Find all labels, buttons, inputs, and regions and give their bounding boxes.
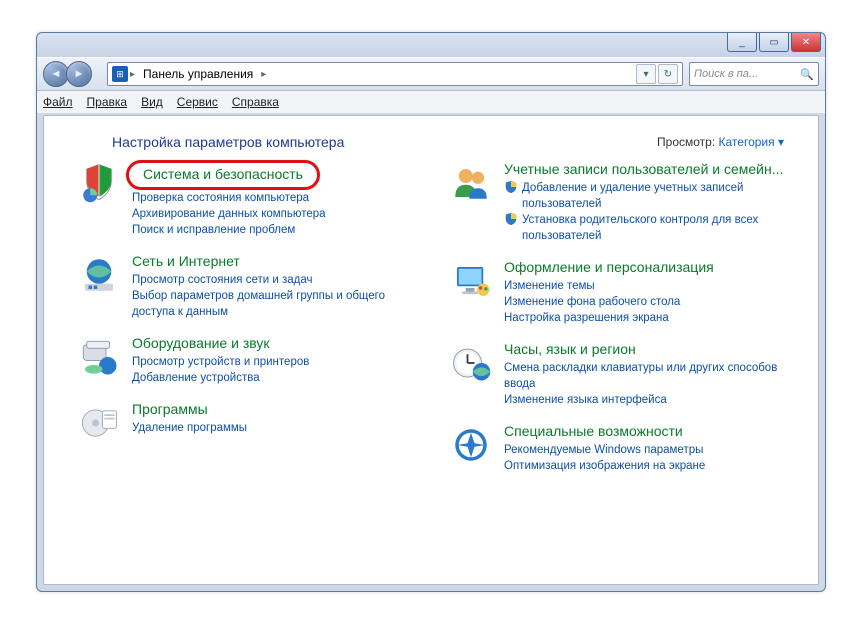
search-placeholder: Поиск в па... [694, 68, 758, 80]
category-hardware: Оборудование и звук Просмотр устройств и… [76, 334, 418, 386]
programs-icon [76, 400, 122, 446]
search-icon: 🔍 [800, 68, 814, 81]
menu-help[interactable]: Справка [232, 95, 279, 109]
category-link-hardware[interactable]: Оборудование и звук [132, 334, 270, 352]
network-icon [76, 252, 122, 298]
sub-link[interactable]: Изменение языка интерфейса [504, 392, 790, 408]
sub-link[interactable]: Смена раскладки клавиатуры или других сп… [504, 360, 790, 392]
nav-toolbar: ◄ ► ⊞ ▸ Панель управления ▸ ▾ ↻ Поиск в … [37, 57, 825, 91]
menu-file[interactable]: Файл [43, 95, 73, 109]
sub-link[interactable]: Рекомендуемые Windows параметры [504, 442, 790, 458]
system-security-icon [76, 160, 122, 206]
category-link-network[interactable]: Сеть и Интернет [132, 252, 240, 270]
sub-link[interactable]: Настройка разрешения экрана [504, 310, 790, 326]
view-label: Просмотр: [657, 135, 715, 149]
forward-button[interactable]: ► [66, 61, 92, 87]
sub-link[interactable]: Выбор параметров домашней группы и общег… [132, 288, 418, 320]
shield-icon [504, 212, 518, 226]
content-area: Настройка параметров компьютера Просмотр… [43, 115, 819, 585]
clock-icon [448, 340, 494, 386]
sub-link[interactable]: Архивирование данных компьютера [132, 206, 418, 222]
ease-of-access-icon [448, 422, 494, 468]
category-link-appearance[interactable]: Оформление и персонализация [504, 258, 714, 276]
page-title: Настройка параметров компьютера [112, 134, 344, 150]
category-link-users[interactable]: Учетные записи пользователей и семейн... [504, 160, 783, 178]
search-input[interactable]: Поиск в па... 🔍 [689, 62, 819, 86]
titlebar: _ ▭ ✕ [37, 33, 825, 57]
sub-link[interactable]: Удаление программы [132, 420, 418, 436]
sub-link[interactable]: Добавление и удаление учетных записей по… [522, 180, 790, 212]
category-link-programs[interactable]: Программы [132, 400, 208, 418]
sub-link[interactable]: Просмотр устройств и принтеров [132, 354, 418, 370]
view-selector: Просмотр: Категория ▾ [657, 135, 784, 149]
nav-buttons: ◄ ► [43, 61, 99, 87]
hardware-icon [76, 334, 122, 380]
refresh-button[interactable]: ↻ [658, 64, 678, 84]
category-network: Сеть и Интернет Просмотр состояния сети … [76, 252, 418, 320]
sub-link[interactable]: Просмотр состояния сети и задач [132, 272, 418, 288]
menu-view[interactable]: Вид [141, 95, 163, 109]
category-link-ease[interactable]: Специальные возможности [504, 422, 683, 440]
address-dropdown[interactable]: ▾ [636, 64, 656, 84]
category-system-security: Система и безопасность Проверка состояни… [76, 160, 418, 238]
category-clock-lang: Часы, язык и регион Смена раскладки клав… [448, 340, 790, 408]
category-column-right: Учетные записи пользователей и семейн...… [448, 160, 790, 488]
category-programs: Программы Удаление программы [76, 400, 418, 446]
sub-link[interactable]: Оптимизация изображения на экране [504, 458, 790, 474]
shield-icon [504, 180, 518, 194]
menu-tools[interactable]: Сервис [177, 95, 218, 109]
category-link-system[interactable]: Система и безопасность [143, 165, 303, 183]
category-appearance: Оформление и персонализация Изменение те… [448, 258, 790, 326]
sub-link[interactable]: Добавление устройства [132, 370, 418, 386]
crumb-sep-icon: ▸ [259, 69, 268, 80]
sub-link[interactable]: Изменение фона рабочего стола [504, 294, 790, 310]
appearance-icon [448, 258, 494, 304]
close-button[interactable]: ✕ [791, 33, 821, 52]
crumb-sep-icon: ▸ [128, 69, 137, 80]
category-column-left: Система и безопасность Проверка состояни… [76, 160, 418, 488]
menu-edit[interactable]: Правка [87, 95, 128, 109]
category-ease: Специальные возможности Рекомендуемые Wi… [448, 422, 790, 474]
address-bar[interactable]: ⊞ ▸ Панель управления ▸ ▾ ↻ [107, 62, 683, 86]
users-icon [448, 160, 494, 206]
highlight-ring: Система и безопасность [126, 160, 320, 190]
breadcrumb-root[interactable]: Панель управления [137, 67, 259, 81]
menubar: Файл Правка Вид Сервис Справка [37, 91, 825, 114]
category-link-clock[interactable]: Часы, язык и регион [504, 340, 636, 358]
minimize-button[interactable]: _ [727, 33, 757, 52]
view-dropdown[interactable]: Категория ▾ [719, 135, 784, 149]
maximize-button[interactable]: ▭ [759, 33, 789, 52]
sub-link[interactable]: Установка родительского контроля для все… [522, 212, 790, 244]
window-frame: _ ▭ ✕ ◄ ► ⊞ ▸ Панель управления ▸ ▾ ↻ По… [36, 32, 826, 592]
category-users: Учетные записи пользователей и семейн...… [448, 160, 790, 244]
sub-link[interactable]: Поиск и исправление проблем [132, 222, 418, 238]
sub-link[interactable]: Проверка состояния компьютера [132, 190, 418, 206]
control-panel-icon: ⊞ [112, 66, 128, 82]
sub-link[interactable]: Изменение темы [504, 278, 790, 294]
